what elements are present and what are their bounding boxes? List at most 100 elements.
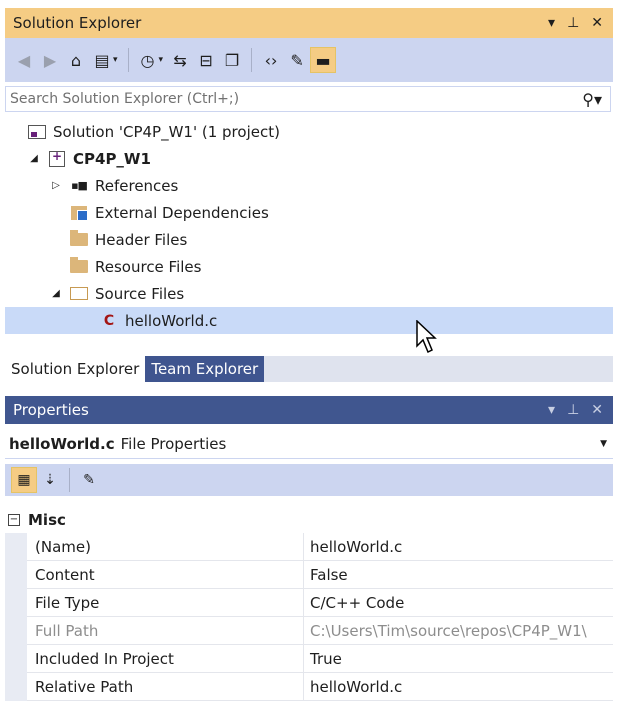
tree-label: CP4P_W1 — [73, 149, 151, 168]
tree-item-hello-world-c[interactable]: C helloWorld.c — [5, 307, 613, 334]
property-name: Full Path — [27, 617, 303, 645]
property-row-file-type[interactable]: File Type C/C++ Code — [5, 589, 613, 617]
row-gutter — [5, 673, 27, 701]
close-icon[interactable]: ✕ — [591, 15, 603, 31]
collapse-category-icon[interactable]: − — [8, 513, 20, 526]
back-icon[interactable]: ◀ — [11, 47, 37, 73]
window-position-dropdown-icon[interactable]: ▾ — [548, 402, 555, 418]
property-pages-icon[interactable]: ✎ — [76, 467, 102, 493]
property-value[interactable]: C/C++ Code — [303, 589, 613, 617]
pending-changes-icon[interactable]: ◷ — [135, 47, 161, 73]
selected-object-type: File Properties — [120, 435, 227, 453]
tree-label: Source Files — [95, 284, 185, 303]
explorer-tab-strip: Solution Explorer Team Explorer — [5, 356, 613, 382]
toolbar-separator — [69, 468, 70, 492]
properties-toolbar: ▦ ⇣ ✎ — [5, 464, 613, 496]
alphabetical-sort-icon[interactable]: ⇣ — [37, 467, 63, 493]
properties-object-selector[interactable]: helloWorld.c File Properties ▼ — [5, 430, 613, 459]
row-gutter — [5, 533, 27, 561]
chevron-down-icon[interactable]: ▼ — [600, 439, 613, 449]
property-row-included-in-project[interactable]: Included In Project True — [5, 645, 613, 673]
external-dependencies-icon — [69, 205, 89, 221]
property-name: (Name) — [27, 533, 303, 561]
window-position-dropdown-icon[interactable]: ▾ — [548, 15, 555, 31]
show-all-files-icon[interactable]: ❐ — [219, 47, 245, 73]
ide-window: Solution Explorer ▾ ⊥ ✕ ◀ ▶ ⌂ ▤ ▾ ◷ ▾ ⇆ … — [0, 0, 618, 706]
mouse-pointer-icon — [416, 320, 437, 354]
solution-explorer-title-bar[interactable]: Solution Explorer ▾ ⊥ ✕ — [5, 8, 613, 38]
row-gutter — [5, 645, 27, 673]
view-code-icon[interactable]: ‹› — [258, 47, 284, 73]
property-value: C:\Users\Tim\source\repos\CP4P_W1\ — [303, 617, 613, 645]
search-icon[interactable]: ⚲▾ — [582, 90, 610, 109]
property-value[interactable]: True — [303, 645, 613, 673]
search-input[interactable]: Search Solution Explorer (Ctrl+;) — [6, 91, 582, 107]
tree-item-references[interactable]: ▷ ▪■ References — [5, 172, 613, 199]
c-file-icon: C — [99, 313, 119, 329]
pin-icon[interactable]: ⊥ — [567, 402, 579, 418]
solution-explorer-title: Solution Explorer — [13, 14, 142, 32]
close-icon[interactable]: ✕ — [591, 402, 603, 418]
tree-item-resource-files[interactable]: Resource Files — [5, 253, 613, 280]
home-icon[interactable]: ⌂ — [63, 47, 89, 73]
tree-label: External Dependencies — [95, 203, 269, 222]
property-row-name[interactable]: (Name) helloWorld.c — [5, 533, 613, 561]
properties-title-bar[interactable]: Properties ▾ ⊥ ✕ — [5, 396, 613, 424]
row-gutter — [5, 617, 27, 645]
property-value[interactable]: helloWorld.c — [303, 533, 613, 561]
tree-item-source-files[interactable]: ◢ Source Files — [5, 280, 613, 307]
property-value[interactable]: helloWorld.c — [303, 673, 613, 701]
row-gutter — [5, 561, 27, 589]
toolbar-separator — [251, 48, 253, 72]
sync-icon[interactable]: ⇆ — [167, 47, 193, 73]
folder-icon — [69, 257, 89, 275]
property-row-relative-path[interactable]: Relative Path helloWorld.c — [5, 673, 613, 701]
property-name: Content — [27, 561, 303, 589]
property-row-full-path[interactable]: Full Path C:\Users\Tim\source\repos\CP4P… — [5, 617, 613, 645]
category-label: Misc — [28, 510, 66, 529]
collapsed-arrow-icon[interactable]: ▷ — [49, 180, 63, 191]
tree-label: Resource Files — [95, 257, 202, 276]
tab-solution-explorer[interactable]: Solution Explorer — [5, 356, 146, 382]
tree-label: Header Files — [95, 230, 188, 249]
tree-item-project[interactable]: ◢ CP4P_W1 — [5, 145, 613, 172]
row-gutter — [5, 589, 27, 617]
pending-changes-dropdown-icon[interactable]: ▾ — [159, 55, 164, 65]
selected-object-name: helloWorld.c — [9, 435, 115, 453]
solution-explorer-search[interactable]: Search Solution Explorer (Ctrl+;) ⚲▾ — [5, 86, 611, 112]
properties-icon[interactable]: ✎ — [284, 47, 310, 73]
tree-item-external-dependencies[interactable]: External Dependencies — [5, 199, 613, 226]
categorized-icon[interactable]: ▦ — [11, 467, 37, 493]
tree-label: helloWorld.c — [125, 311, 218, 330]
forward-icon[interactable]: ▶ — [37, 47, 63, 73]
expanded-arrow-icon[interactable]: ◢ — [27, 153, 41, 164]
open-folder-icon — [69, 286, 89, 302]
folder-icon — [69, 230, 89, 248]
switch-views-dropdown-icon[interactable]: ▾ — [113, 55, 118, 65]
c-file-icon-letter: C — [103, 312, 115, 329]
project-icon — [47, 149, 67, 167]
solution-explorer-toolbar: ◀ ▶ ⌂ ▤ ▾ ◷ ▾ ⇆ ⊟ ❐ ‹› ✎ ▬ — [5, 38, 613, 82]
property-name: Included In Project — [27, 645, 303, 673]
property-row-content[interactable]: Content False — [5, 561, 613, 589]
category-misc[interactable]: − Misc — [5, 506, 613, 533]
properties-title: Properties — [13, 401, 89, 419]
switch-views-icon[interactable]: ▤ — [89, 47, 115, 73]
solution-icon — [27, 124, 47, 140]
tree-label: Solution 'CP4P_W1' (1 project) — [53, 122, 280, 141]
tree-label: References — [95, 176, 179, 195]
tree-item-header-files[interactable]: Header Files — [5, 226, 613, 253]
properties-window-controls: ▾ ⊥ ✕ — [548, 402, 613, 418]
expanded-arrow-icon[interactable]: ◢ — [49, 288, 63, 299]
pin-icon[interactable]: ⊥ — [567, 15, 579, 31]
tab-team-explorer[interactable]: Team Explorer — [145, 356, 265, 382]
property-value[interactable]: False — [303, 561, 613, 589]
toolbar-separator — [127, 48, 129, 72]
preview-icon[interactable]: ▬ — [310, 47, 337, 73]
property-name: File Type — [27, 589, 303, 617]
property-grid: − Misc (Name) helloWorld.c Content False… — [5, 506, 613, 701]
collapse-all-icon[interactable]: ⊟ — [193, 47, 219, 73]
solution-explorer-window-controls: ▾ ⊥ ✕ — [548, 15, 613, 31]
tree-item-solution[interactable]: Solution 'CP4P_W1' (1 project) — [5, 118, 613, 145]
solution-tree: Solution 'CP4P_W1' (1 project) ◢ CP4P_W1… — [5, 118, 613, 334]
